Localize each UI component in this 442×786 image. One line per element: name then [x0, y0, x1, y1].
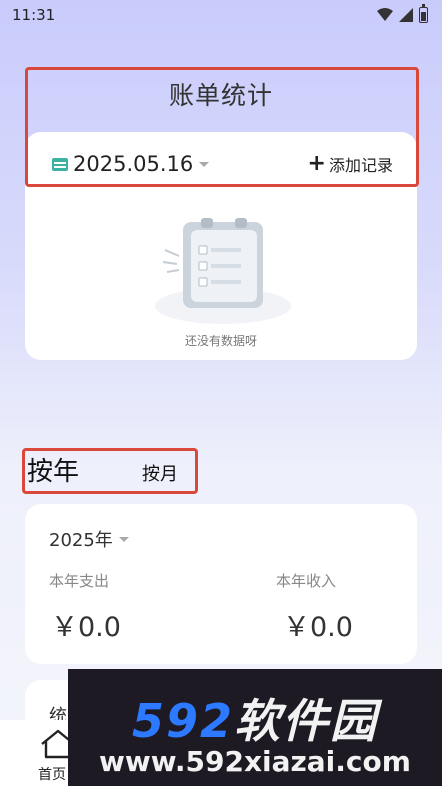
watermark-brand-text: 软件园 [234, 694, 379, 748]
watermark-brand-num: 592 [131, 694, 235, 748]
empty-state-text: 还没有数据呀 [184, 334, 257, 348]
battery-icon [419, 4, 428, 23]
tab-home-label[interactable]: 首页 [38, 764, 66, 784]
year-value: 2025年 [49, 530, 113, 551]
income-label: 本年收入 [276, 572, 337, 590]
income-value: ￥0.0 [283, 612, 353, 643]
highlight-box-header [25, 67, 419, 187]
chevron-down-icon [118, 536, 129, 542]
status-time: 11:31 [12, 6, 56, 24]
watermark-brand: 592软件园 [68, 685, 442, 751]
expense-label: 本年支出 [49, 572, 110, 590]
status-bar: 11:31 [0, 0, 442, 30]
wifi-icon [377, 8, 393, 21]
watermark-url: www.592xiazai.com [99, 745, 411, 778]
signal-icon [399, 8, 413, 22]
highlight-box-segment [22, 448, 198, 494]
expense-value: ￥0.0 [51, 612, 121, 643]
empty-clipboard-illustration [155, 218, 291, 324]
year-selector[interactable]: 2025年 [49, 526, 129, 552]
status-icons [377, 4, 428, 23]
watermark-banner: 592软件园 www.592xiazai.com [68, 669, 442, 786]
stats-card: 2025年 本年支出 本年收入 ￥0.0 ￥0.0 [25, 504, 417, 664]
